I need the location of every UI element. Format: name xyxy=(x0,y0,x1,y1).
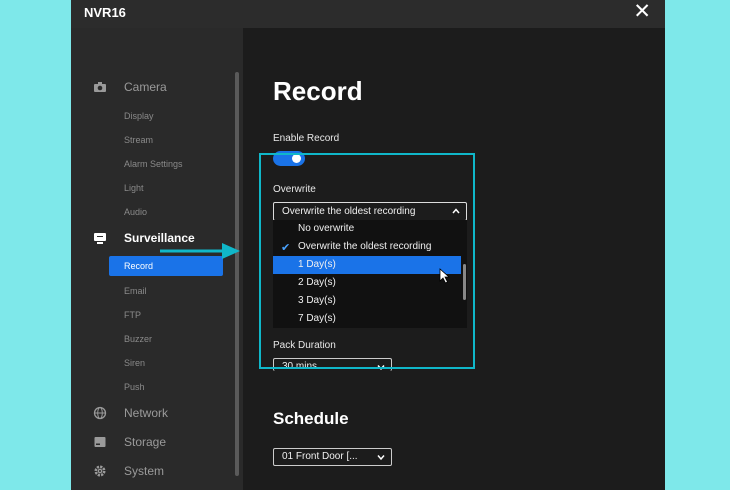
sidebar-item-push[interactable]: Push xyxy=(124,382,145,392)
sidebar-section-label: System xyxy=(124,464,165,478)
sidebar-section-label: Camera xyxy=(124,80,167,94)
page-title: Record xyxy=(273,76,363,106)
sidebar-section-camera[interactable]: Camera xyxy=(71,76,231,98)
storage-icon xyxy=(94,437,106,447)
sidebar-section-network[interactable]: Network xyxy=(71,402,231,424)
close-icon[interactable]: ✕ xyxy=(633,0,651,24)
annotation-highlight-box xyxy=(259,153,475,369)
window-title: NVR16 xyxy=(84,5,126,20)
sidebar-item-label: Record xyxy=(124,261,154,271)
sidebar-item-siren[interactable]: Siren xyxy=(124,358,145,368)
sidebar-item-ftp[interactable]: FTP xyxy=(124,310,141,320)
chevron-down-icon xyxy=(377,455,385,461)
gear-icon xyxy=(94,465,106,477)
sidebar-section-label: Network xyxy=(124,406,169,420)
schedule-channel-value: 01 Front Door [... xyxy=(282,451,358,462)
sidebar-item-display[interactable]: Display xyxy=(124,111,154,121)
globe-icon xyxy=(93,406,107,420)
schedule-channel-select[interactable]: 01 Front Door [... xyxy=(273,448,392,466)
enable-record-label: Enable Record xyxy=(273,133,340,144)
sidebar-section-storage[interactable]: Storage xyxy=(71,431,231,453)
sidebar-item-alarm-settings[interactable]: Alarm Settings xyxy=(124,159,183,169)
sidebar-item-stream[interactable]: Stream xyxy=(124,135,153,145)
sidebar-item-buzzer[interactable]: Buzzer xyxy=(124,334,152,344)
annotation-arrow-icon xyxy=(160,243,240,259)
sidebar-section-label: Storage xyxy=(124,435,167,449)
schedule-title: Schedule xyxy=(273,409,349,428)
camera-icon xyxy=(94,82,106,92)
sidebar-scrollbar[interactable] xyxy=(235,72,239,476)
sidebar-item-email[interactable]: Email xyxy=(124,286,147,296)
monitor-icon xyxy=(94,233,106,244)
sidebar-item-audio[interactable]: Audio xyxy=(124,207,147,217)
title-bar: NVR16 ✕ xyxy=(71,0,665,28)
sidebar-section-system[interactable]: System xyxy=(71,460,231,482)
sidebar-item-light[interactable]: Light xyxy=(124,183,144,193)
mouse-cursor-icon xyxy=(439,268,451,284)
